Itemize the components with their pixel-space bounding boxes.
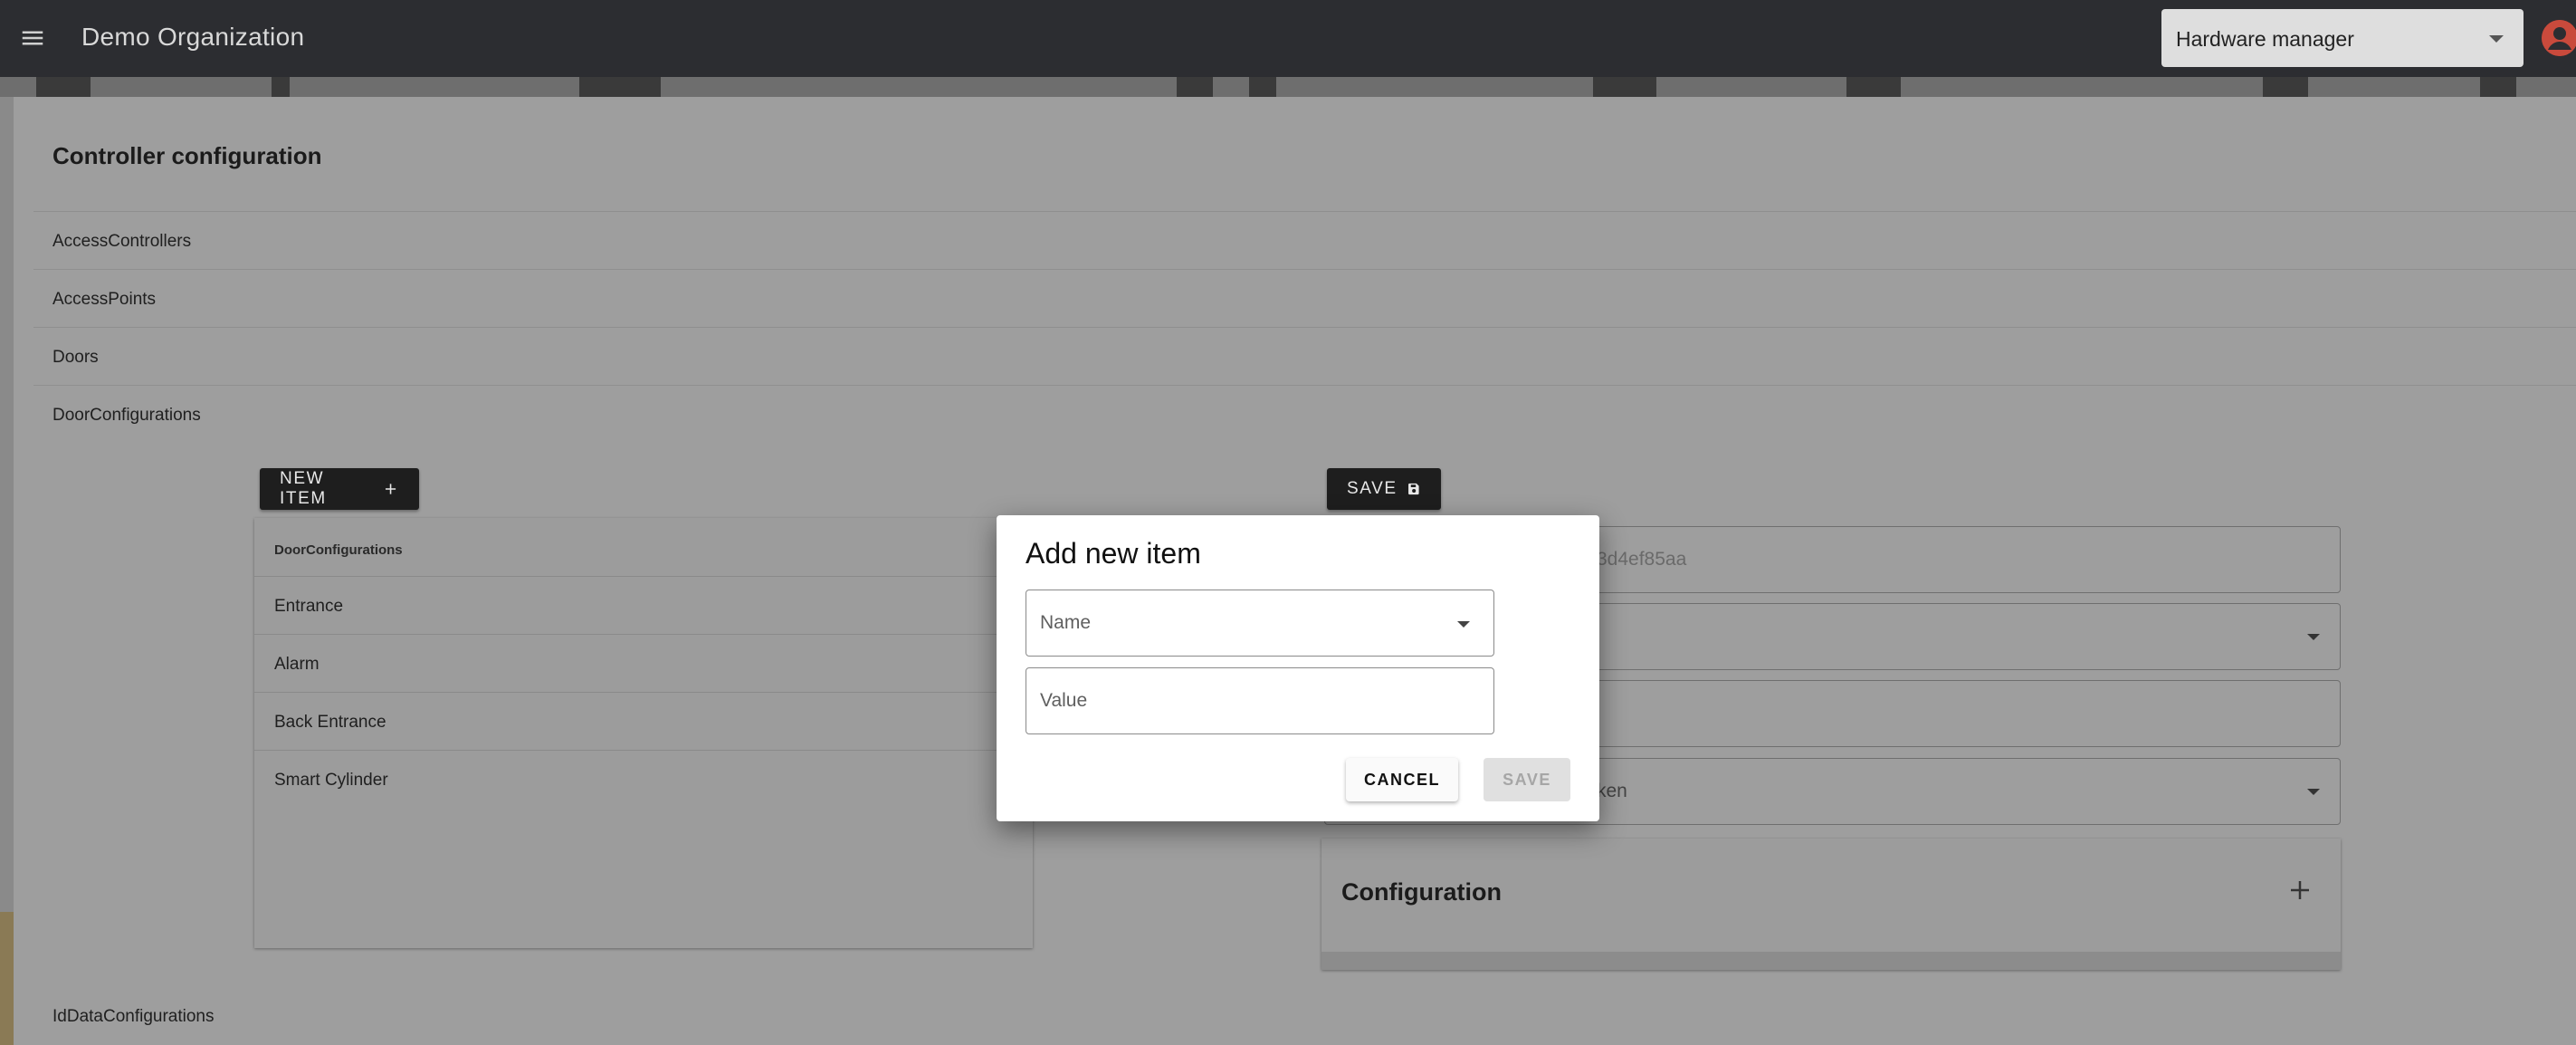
section-id-data-configurations[interactable]: IdDataConfigurations — [52, 1007, 215, 1027]
chevron-down-icon — [2307, 634, 2320, 640]
role-select-value: Hardware manager — [2176, 27, 2354, 51]
section-doors[interactable]: Doors — [33, 327, 2576, 385]
chevron-down-icon — [2489, 35, 2504, 43]
page-title: Controller configuration — [52, 142, 322, 169]
list-item[interactable]: Entrance — [254, 576, 1033, 635]
organization-title: Demo Organization — [81, 23, 305, 51]
section-label: AccessControllers — [52, 232, 192, 251]
list-item[interactable]: Smart Cylinder — [254, 750, 1033, 809]
door-configurations-list: DoorConfigurations Entrance Alarm Back E… — [254, 518, 1033, 948]
cancel-button[interactable]: CANCEL — [1346, 758, 1458, 801]
section-label: Doors — [52, 348, 99, 367]
configuration-panel: Configuration — [1321, 839, 2341, 970]
value-input[interactable]: Value — [1026, 667, 1494, 734]
background-image-edge — [0, 97, 14, 1045]
name-select[interactable]: Name — [1026, 590, 1494, 657]
chevron-down-icon — [1457, 621, 1470, 628]
list-item-label: Alarm — [274, 655, 320, 674]
avatar[interactable] — [2542, 20, 2576, 56]
section-label: DoorConfigurations — [52, 406, 201, 425]
section-access-controllers[interactable]: AccessControllers — [33, 211, 2576, 269]
list-item-label: Entrance — [274, 597, 344, 616]
section-label: AccessPoints — [52, 290, 157, 309]
value-label: Value — [1040, 690, 1088, 711]
configuration-title: Configuration — [1341, 878, 1502, 906]
chevron-down-icon — [2307, 789, 2320, 795]
app-bar: Demo Organization Hardware manager — [0, 0, 2576, 77]
background-image — [0, 77, 2576, 97]
add-item-dialog: Add new item Name Value CANCEL SAVE — [997, 515, 1599, 821]
select-field-2-value: ken — [1597, 781, 1627, 801]
section-access-points[interactable]: AccessPoints — [33, 269, 2576, 327]
list-item-label: Back Entrance — [274, 713, 386, 732]
list-header-label: DoorConfigurations — [274, 542, 403, 558]
list-item[interactable]: Back Entrance — [254, 692, 1033, 751]
save-label: SAVE — [1347, 479, 1398, 498]
new-item-button[interactable]: NEW ITEM — [260, 468, 419, 510]
save-button[interactable]: SAVE — [1327, 468, 1441, 510]
new-item-label: NEW ITEM — [280, 469, 327, 508]
plus-icon — [385, 484, 396, 494]
list-header: DoorConfigurations — [254, 518, 1033, 576]
name-label: Name — [1040, 612, 1092, 633]
id-field-value: 3d4ef85aa — [1597, 549, 1687, 570]
user-icon — [2542, 20, 2576, 56]
panel-footer — [1321, 952, 2341, 970]
list-item-label: Smart Cylinder — [274, 771, 388, 790]
dialog-title: Add new item — [1026, 537, 1201, 570]
add-configuration-icon[interactable] — [2286, 877, 2314, 904]
dialog-save-button[interactable]: SAVE — [1484, 758, 1570, 801]
role-select[interactable]: Hardware manager — [2161, 9, 2524, 67]
list-item[interactable]: Alarm — [254, 634, 1033, 693]
floppy-disk-icon — [1407, 483, 1419, 495]
menu-icon[interactable] — [13, 18, 52, 58]
